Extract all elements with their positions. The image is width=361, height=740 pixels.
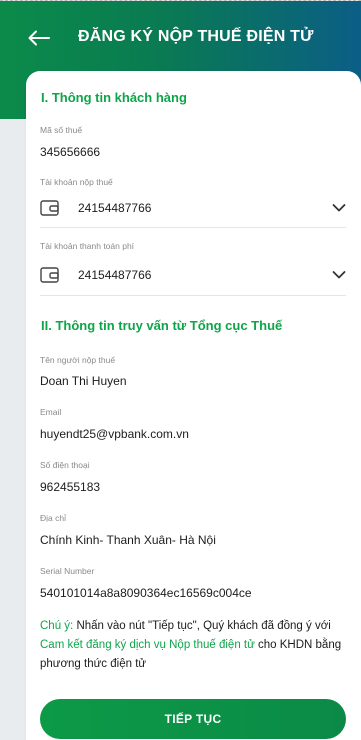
wallet-icon <box>40 267 59 283</box>
section-customer-info-title: I. Thông tin khách hàng <box>41 90 187 105</box>
tax-code-value: 345656666 <box>40 145 101 159</box>
divider <box>40 227 346 228</box>
tax-account-select[interactable]: 24154487766 <box>40 193 346 223</box>
divider <box>40 295 346 296</box>
note-prefix: Chú ý: <box>40 620 74 632</box>
email-label: Email <box>40 407 62 417</box>
section-tax-query-title: II. Thông tin truy vấn từ Tổng cục Thuế <box>41 318 283 333</box>
chevron-down-icon <box>332 204 346 212</box>
chevron-down-icon <box>332 271 346 279</box>
phone-value: 962455183 <box>40 480 101 494</box>
phone-label: Số điện thoại <box>40 460 90 470</box>
payer-name-value: Doan Thi Huyen <box>40 374 127 388</box>
tax-account-label: Tài khoản nộp thuế <box>40 177 113 187</box>
back-button[interactable] <box>26 25 52 51</box>
fee-account-select[interactable]: 24154487766 <box>40 260 346 290</box>
email-value: huyendt25@vpbank.com.vn <box>40 427 189 441</box>
page-title: ĐĂNG KÝ NỘP THUẾ ĐIỆN TỬ <box>78 28 314 45</box>
continue-button[interactable]: TIẾP TỤC <box>40 699 346 739</box>
note-text: Nhấn vào nút "Tiếp tục", Quý khách đã đồ… <box>73 620 331 632</box>
consent-note: Chú ý: Nhấn vào nút "Tiếp tục", Quý khác… <box>40 617 346 674</box>
arrow-left-icon <box>28 30 50 46</box>
payer-name-label: Tên người nộp thuế <box>40 355 116 365</box>
form-card: I. Thông tin khách hàng Mã số thuế 34565… <box>26 71 361 740</box>
tax-account-value: 24154487766 <box>78 201 152 215</box>
fee-account-label: Tài khoản thanh toán phí <box>40 241 135 251</box>
wallet-icon <box>40 200 59 216</box>
fee-account-value: 24154487766 <box>78 268 152 282</box>
tax-code-label: Mã số thuế <box>40 125 83 135</box>
serial-number-value: 540101014a8a8090364ec16569c004ce <box>40 586 252 600</box>
address-label: Địa chỉ <box>40 513 66 523</box>
terms-link[interactable]: Cam kết đăng ký dịch vụ Nộp thuế điện tử <box>40 639 255 651</box>
address-value: Chính Kinh- Thanh Xuân- Hà Nội <box>40 533 216 547</box>
serial-number-label: Serial Number <box>40 566 95 576</box>
screen: ĐĂNG KÝ NỘP THUẾ ĐIỆN TỬ I. Thông tin kh… <box>0 0 361 740</box>
